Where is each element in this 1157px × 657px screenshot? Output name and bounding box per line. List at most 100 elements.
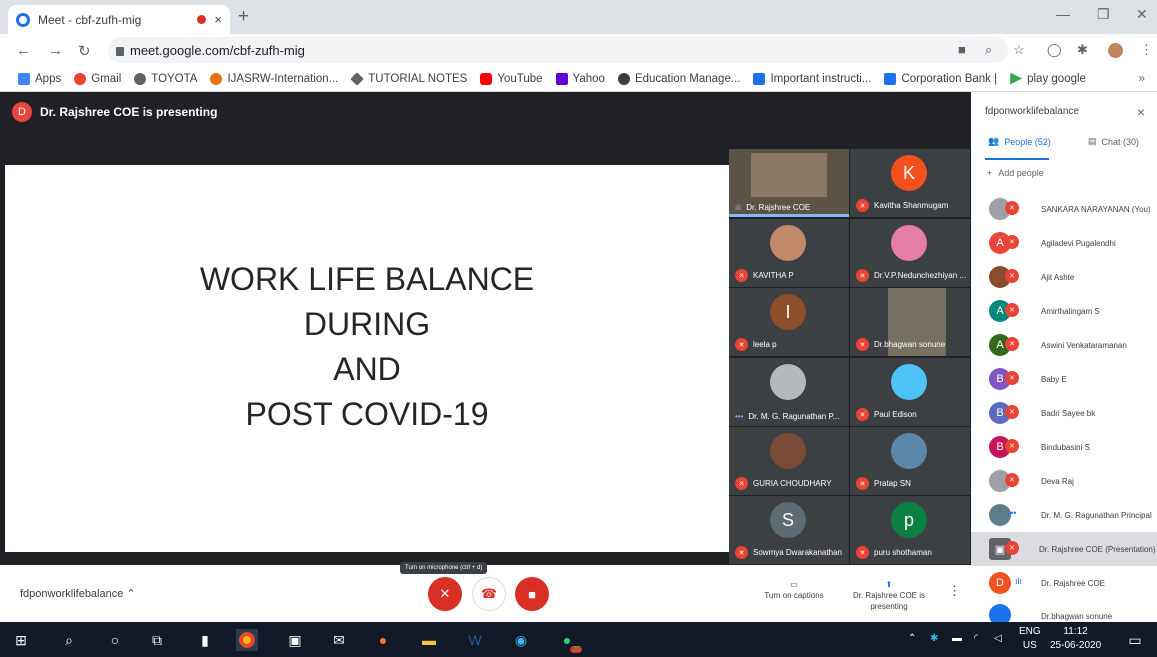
panel-close-icon[interactable]: × <box>1137 104 1145 120</box>
window-close-icon[interactable]: ✕ <box>1136 6 1148 23</box>
extension-icon[interactable]: ◯ <box>1047 42 1062 58</box>
participant-tile[interactable]: ✕ Pratap SN <box>850 427 970 495</box>
bookmark-item[interactable]: Yahoo <box>555 72 605 85</box>
word-icon[interactable]: W <box>464 629 486 651</box>
restore-icon[interactable]: ❐ <box>1097 6 1110 23</box>
camera-icon[interactable]: ■ <box>958 42 966 57</box>
chrome-icon[interactable] <box>236 629 258 651</box>
participant-row[interactable]: A ✕ Amirthalingam S <box>989 294 1157 328</box>
volume-icon[interactable]: ◁ <box>994 633 1002 644</box>
bookmark-item[interactable]: Corporation Bank | <box>884 72 997 85</box>
notifications-icon[interactable]: ▭ <box>1124 629 1146 651</box>
meeting-details-button[interactable]: fdponworklifebalance ⌃ <box>20 587 136 600</box>
task-view-icon[interactable]: ⧉ <box>146 629 168 651</box>
slide-line: AND <box>333 351 401 387</box>
participant-tile[interactable]: S ✕ Sowmya Dwarakanathan <box>729 496 849 564</box>
explorer-icon[interactable]: ▬ <box>418 629 440 651</box>
tab-close-icon[interactable]: × <box>214 12 222 27</box>
add-people-button[interactable]: + Add people <box>987 168 1044 178</box>
back-icon[interactable]: ← <box>16 42 31 59</box>
language-indicator[interactable]: ENG US <box>1019 625 1041 653</box>
puzzle-icon[interactable]: ✱ <box>1077 42 1088 58</box>
participant-row[interactable]: A ✕ Agiladevi Pugalendhi <box>989 226 1157 260</box>
tray-chevron-icon[interactable]: ⌃ <box>908 633 916 644</box>
windows-start-icon[interactable]: ⊞ <box>10 629 32 651</box>
participant-tile[interactable]: ✕ GURIA CHOUDHARY <box>729 427 849 495</box>
bookmark-item[interactable]: Important instructi... <box>753 72 871 85</box>
slide-line: POST COVID-19 <box>245 396 489 432</box>
bookmark-item[interactable]: TOYOTA <box>134 72 197 85</box>
participant-tile[interactable]: I ✕ leela p <box>729 288 849 356</box>
mic-tooltip: Turn on microphone (ctrl + d) <box>400 562 488 574</box>
participant-row[interactable]: B ✕ Baby E <box>989 362 1157 396</box>
minimize-icon[interactable]: — <box>1056 6 1070 22</box>
file-icon[interactable]: ▮ <box>194 629 216 651</box>
more-options-icon[interactable]: ⋮ <box>948 583 961 599</box>
mail-icon[interactable]: ✉ <box>328 629 350 651</box>
bookmark-item[interactable]: Apps <box>18 72 61 85</box>
participant-name: Dr. Rajshree COE (Presentation) <box>1039 544 1156 554</box>
participant-row[interactable]: B ✕ Bindubasini S <box>989 430 1157 464</box>
camera-button[interactable]: ■ <box>515 577 549 611</box>
tab-people[interactable]: 👥 People (52) <box>988 136 1051 147</box>
participant-tile[interactable]: ✕ KAVITHA P <box>729 219 849 287</box>
tab-title: Meet - cbf-zufh-mig <box>38 12 142 27</box>
bookmark-label: TUTORIAL NOTES <box>368 72 468 85</box>
tile-label: Kavitha Shanmugam <box>874 201 949 210</box>
whatsapp-icon[interactable]: ● 26 <box>556 629 582 653</box>
microphone-button[interactable]: ✕ <box>428 577 462 611</box>
participant-row[interactable]: Dr.bhagwan sonune <box>989 598 1157 622</box>
bookmark-item[interactable]: Education Manage... <box>617 72 740 85</box>
participant-avatar: p <box>891 502 927 538</box>
participant-tile[interactable]: ılı Dr. Rajshree COE <box>729 149 849 217</box>
participant-row[interactable]: B ✕ Badri Sayee bk <box>989 396 1157 430</box>
participant-tile[interactable]: K ✕ Kavitha Shanmugam <box>850 149 970 217</box>
battery-icon[interactable]: ▬ <box>952 633 962 644</box>
search-icon[interactable]: ⌕ <box>58 629 80 651</box>
present-now-button[interactable]: ⬆ Dr. Rajshree COE is presenting <box>850 579 928 612</box>
new-tab-button[interactable]: + <box>238 6 249 28</box>
profile-avatar[interactable] <box>1108 43 1123 58</box>
present-icon: ⬆ <box>885 580 893 589</box>
bluetooth-icon[interactable]: ✱ <box>930 633 938 644</box>
reload-icon[interactable]: ↻ <box>78 42 91 60</box>
tab-chat[interactable]: ▤ Chat (30) <box>1088 136 1139 147</box>
edge-icon[interactable]: ◉ <box>510 629 532 651</box>
participant-row[interactable]: A ✕ Aswini Venkataramanan <box>989 328 1157 362</box>
participant-tile[interactable]: ✕ Paul Edison <box>850 358 970 426</box>
participant-tile[interactable]: ••• Dr. M. G. Ragunathan P... <box>729 358 849 426</box>
zoom-icon[interactable]: ⌕ <box>985 42 992 58</box>
bookmark-star-icon[interactable]: ☆ <box>1013 42 1025 58</box>
participant-tile[interactable]: p ✕ puru shothaman <box>850 496 970 564</box>
site-icon <box>210 72 223 85</box>
bookmark-item[interactable]: YouTube <box>480 72 543 85</box>
bookmark-item[interactable]: IJASRW-Internation... <box>210 72 338 85</box>
meeting-controls-bar: fdponworklifebalance ⌃ Turn on microphon… <box>0 562 971 622</box>
omnibox[interactable]: meet.google.com/cbf-zufh-mig <box>108 37 1008 63</box>
participant-row[interactable]: Dılı Dr. Rajshree COE <box>989 566 1157 600</box>
clock[interactable]: 11:12 25-06-2020 <box>1050 625 1101 653</box>
bookmark-item[interactable]: TUTORIAL NOTES <box>350 71 468 86</box>
participant-row[interactable]: ✕ Ajit Ashte <box>989 260 1157 294</box>
forward-icon[interactable]: → <box>48 42 63 59</box>
participant-tile[interactable]: ✕ Dr.V.P.Nedunchezhiyan ... <box>850 219 970 287</box>
participant-tile[interactable]: ✕ Dr.bhagwan sonune <box>850 288 970 356</box>
cortana-icon[interactable]: ○ <box>104 629 126 651</box>
mic-off-icon: ✕ <box>856 269 869 282</box>
browser-tab[interactable]: Meet - cbf-zufh-mig × <box>8 5 230 34</box>
captions-button[interactable]: ▭ Turn on captions <box>758 579 830 601</box>
leave-call-button[interactable]: ☎ <box>472 577 506 611</box>
menu-dots-icon[interactable]: ⋮ <box>1140 42 1153 58</box>
wifi-icon[interactable]: ◜ <box>974 633 978 644</box>
participant-row[interactable]: ▣ ✕ Dr. Rajshree COE (Presentation) <box>971 532 1157 566</box>
participant-row[interactable]: ✕ SANKARA NARAYANAN (You) <box>989 192 1157 226</box>
participant-row[interactable]: ✕ Deva Raj <box>989 464 1157 498</box>
bookmarks-overflow-icon[interactable]: » <box>1138 71 1145 85</box>
participant-row[interactable]: ••• Dr. M. G. Ragunathan Principal <box>989 498 1157 532</box>
bookmark-item[interactable]: play google <box>1010 72 1086 85</box>
firefox-icon[interactable]: ● <box>372 629 394 651</box>
store-icon[interactable]: ▣ <box>284 629 306 651</box>
mic-off-icon: ✕ <box>1005 371 1019 385</box>
bookmark-item[interactable]: Gmail <box>74 72 121 85</box>
cc-icon: ▭ <box>790 580 798 589</box>
